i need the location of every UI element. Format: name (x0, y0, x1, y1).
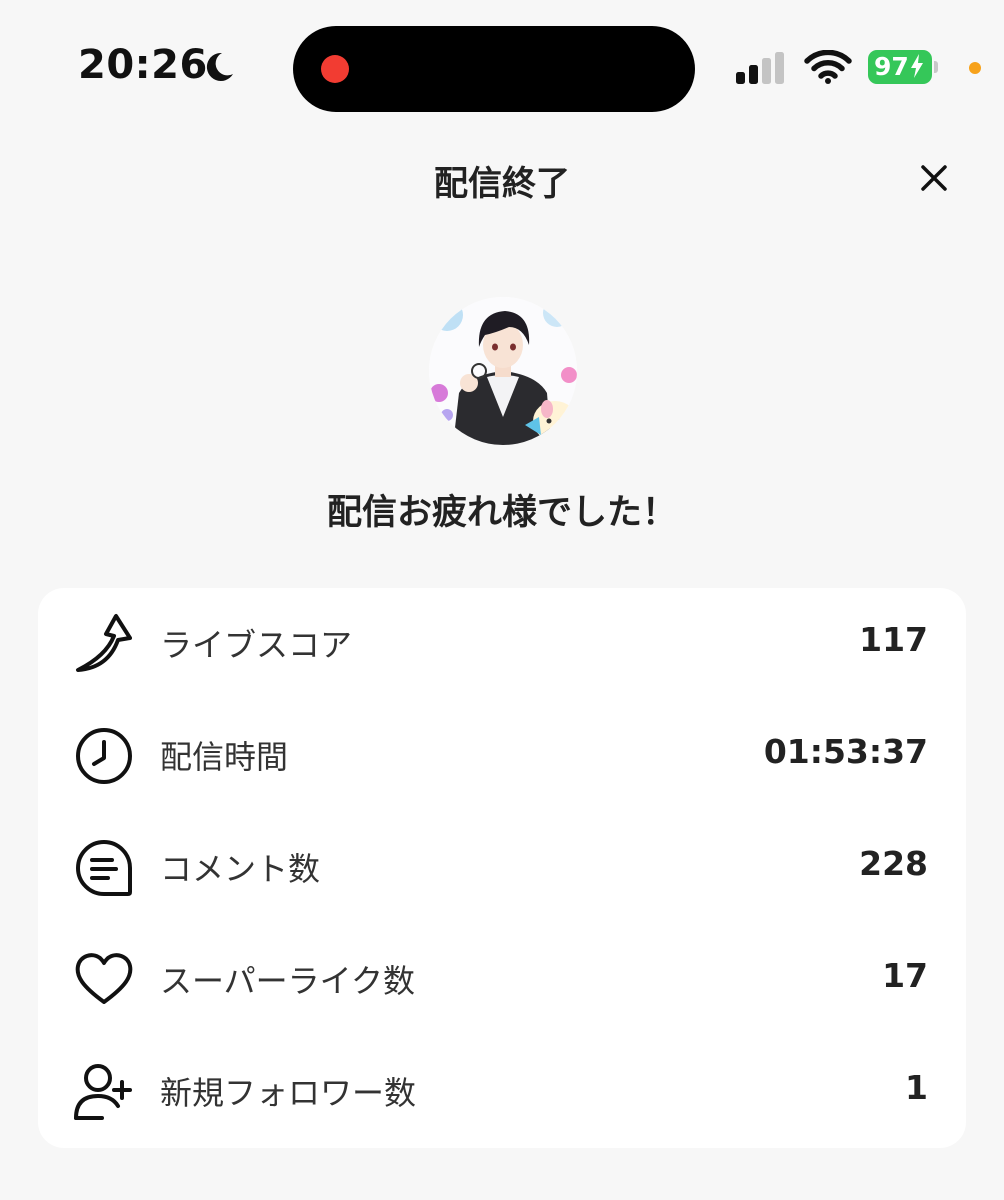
stat-row-stream-duration: 配信時間 01:53:37 (38, 700, 966, 812)
charging-bolt-icon (910, 54, 923, 78)
stat-value: 01:53:37 (763, 732, 928, 771)
stat-label: 新規フォロワー数 (160, 1074, 417, 1112)
stat-row-new-followers: 新規フォロワー数 1 (38, 1036, 966, 1148)
stat-value: 117 (859, 620, 928, 659)
avatar-image (429, 297, 577, 445)
stat-value: 228 (859, 844, 928, 883)
stat-row-super-likes: スーパーライク数 17 (38, 924, 966, 1036)
close-button[interactable] (908, 152, 960, 204)
wifi-icon (804, 50, 852, 84)
comment-icon (76, 840, 132, 896)
privacy-indicator (969, 62, 981, 74)
stat-value: 1 (905, 1068, 928, 1107)
page-title: 配信終了 (434, 164, 570, 204)
recording-indicator-icon (321, 55, 349, 83)
status-time: 20:26 (78, 42, 208, 88)
clock-icon (76, 728, 132, 784)
stat-value: 17 (882, 956, 928, 995)
close-icon (921, 165, 947, 191)
stat-label: ライブスコア (160, 626, 353, 664)
stat-label: 配信時間 (160, 738, 289, 776)
battery-icon: 97 (868, 50, 938, 84)
completion-message: 配信お疲れ様でした！ (326, 493, 677, 533)
moon-icon (206, 52, 233, 81)
stat-label: スーパーライク数 (160, 962, 416, 1000)
signal-icon (736, 52, 784, 84)
stat-row-comments: コメント数 228 (38, 812, 966, 924)
dynamic-island (293, 26, 695, 112)
battery-level: 97 (874, 52, 909, 81)
status-bar: 20:26 97 (0, 0, 1004, 130)
live-score-arrow-icon (76, 614, 132, 672)
heart-icon (75, 953, 133, 1004)
add-user-icon (74, 1064, 132, 1120)
stats-card: ライブスコア 117 配信時間 01:53:37 コメント数 228 スーパーラ… (38, 588, 966, 1148)
stat-row-live-score: ライブスコア 117 (38, 588, 966, 700)
stat-label: コメント数 (160, 850, 321, 888)
avatar (429, 297, 577, 445)
